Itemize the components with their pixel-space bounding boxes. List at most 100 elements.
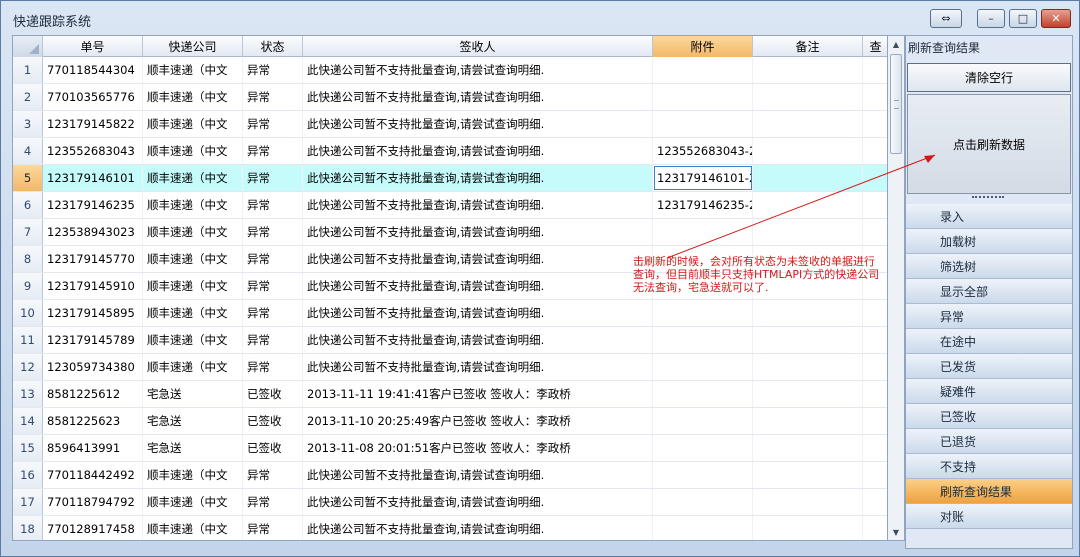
tracking-no-cell[interactable]: 770118794792 bbox=[43, 489, 143, 515]
tracking-no-cell[interactable]: 770118544304 bbox=[43, 57, 143, 83]
recipient-cell[interactable]: 此快递公司暂不支持批量查询,请尝试查询明细. bbox=[303, 192, 653, 218]
row-number[interactable]: 4 bbox=[13, 138, 43, 164]
table-row[interactable]: 2 770103565776 顺丰速递（中文 异常 此快递公司暂不支持批量查询,请尝试查… bbox=[13, 84, 887, 111]
status-cell[interactable]: 异常 bbox=[243, 462, 303, 488]
row-number[interactable]: 5 bbox=[13, 165, 43, 191]
note-cell[interactable] bbox=[753, 516, 863, 540]
recipient-cell[interactable]: 此快递公司暂不支持批量查询,请尝试查询明细. bbox=[303, 165, 653, 191]
nav-item[interactable]: 刷新查询结果 bbox=[906, 479, 1072, 504]
row-number[interactable]: 8 bbox=[13, 246, 43, 272]
status-cell[interactable]: 已签收 bbox=[243, 435, 303, 461]
courier-cell[interactable]: 顺丰速递（中文 bbox=[143, 219, 243, 245]
query-cell[interactable] bbox=[863, 57, 887, 83]
status-cell[interactable]: 异常 bbox=[243, 273, 303, 299]
table-row[interactable]: 14 8581225623 宅急送 已签收 2013-11-10 20:25:49客户已… bbox=[13, 408, 887, 435]
clear-empty-rows-button[interactable]: 清除空行 bbox=[907, 63, 1071, 92]
row-number[interactable]: 3 bbox=[13, 111, 43, 137]
maximize-button[interactable]: □ bbox=[1009, 9, 1037, 28]
courier-cell[interactable]: 顺丰速递（中文 bbox=[143, 327, 243, 353]
attachment-cell[interactable]: 123179146101-2. bbox=[653, 165, 753, 191]
recipient-cell[interactable]: 2013-11-11 19:41:41客户已签收 签收人：李政桥 bbox=[303, 381, 653, 407]
table-row[interactable]: 15 8596413991 宅急送 已签收 2013-11-08 20:01:51客户已… bbox=[13, 435, 887, 462]
attachment-cell[interactable] bbox=[653, 57, 753, 83]
query-cell[interactable] bbox=[863, 138, 887, 164]
recipient-cell[interactable]: 此快递公司暂不支持批量查询,请尝试查询明细. bbox=[303, 219, 653, 245]
recipient-cell[interactable]: 此快递公司暂不支持批量查询,请尝试查询明细. bbox=[303, 273, 653, 299]
recipient-cell[interactable]: 此快递公司暂不支持批量查询,请尝试查询明细. bbox=[303, 516, 653, 540]
status-cell[interactable]: 异常 bbox=[243, 84, 303, 110]
note-cell[interactable] bbox=[753, 219, 863, 245]
table-row[interactable]: 12 123059734380 顺丰速递（中文 异常 此快递公司暂不支持批量查询,请尝试… bbox=[13, 354, 887, 381]
query-cell[interactable] bbox=[863, 381, 887, 407]
tracking-no-cell[interactable]: 123059734380 bbox=[43, 354, 143, 380]
status-cell[interactable]: 异常 bbox=[243, 57, 303, 83]
query-cell[interactable] bbox=[863, 84, 887, 110]
query-cell[interactable] bbox=[863, 354, 887, 380]
row-number[interactable]: 10 bbox=[13, 300, 43, 326]
status-cell[interactable]: 异常 bbox=[243, 516, 303, 540]
note-cell[interactable] bbox=[753, 84, 863, 110]
tracking-no-cell[interactable]: 770118442492 bbox=[43, 462, 143, 488]
courier-cell[interactable]: 顺丰速递（中文 bbox=[143, 300, 243, 326]
row-number[interactable]: 2 bbox=[13, 84, 43, 110]
scroll-up-icon[interactable]: ▲ bbox=[888, 36, 904, 52]
grid-scrollbar[interactable]: ▲ ▼ bbox=[888, 35, 905, 541]
nav-item[interactable]: 已发货 bbox=[906, 354, 1072, 379]
status-cell[interactable]: 异常 bbox=[243, 219, 303, 245]
row-number[interactable]: 11 bbox=[13, 327, 43, 353]
tracking-no-cell[interactable]: 123179146235 bbox=[43, 192, 143, 218]
row-number[interactable]: 14 bbox=[13, 408, 43, 434]
minimize-button[interactable]: – bbox=[977, 9, 1005, 28]
col-header-note[interactable]: 备注 bbox=[753, 36, 863, 57]
status-cell[interactable]: 异常 bbox=[243, 192, 303, 218]
table-row[interactable]: 4 123552683043 顺丰速递（中文 异常 此快递公司暂不支持批量查询,请尝试查… bbox=[13, 138, 887, 165]
courier-cell[interactable]: 宅急送 bbox=[143, 435, 243, 461]
tracking-no-cell[interactable]: 123179145789 bbox=[43, 327, 143, 353]
row-number[interactable]: 6 bbox=[13, 192, 43, 218]
tracking-no-cell[interactable]: 123179146101 bbox=[43, 165, 143, 191]
query-cell[interactable] bbox=[863, 111, 887, 137]
col-header-attachment[interactable]: 附件 bbox=[653, 36, 753, 57]
attachment-cell[interactable] bbox=[653, 84, 753, 110]
note-cell[interactable] bbox=[753, 327, 863, 353]
courier-cell[interactable]: 顺丰速递（中文 bbox=[143, 246, 243, 272]
courier-cell[interactable]: 顺丰速递（中文 bbox=[143, 354, 243, 380]
status-cell[interactable]: 异常 bbox=[243, 354, 303, 380]
status-cell[interactable]: 异常 bbox=[243, 327, 303, 353]
courier-cell[interactable]: 宅急送 bbox=[143, 381, 243, 407]
nav-item[interactable]: 加载树 bbox=[906, 229, 1072, 254]
attachment-cell[interactable] bbox=[653, 219, 753, 245]
attachment-cell[interactable] bbox=[653, 435, 753, 461]
attachment-cell[interactable] bbox=[653, 381, 753, 407]
refresh-data-button[interactable]: 点击刷新数据 bbox=[907, 94, 1071, 194]
row-number[interactable]: 9 bbox=[13, 273, 43, 299]
table-row[interactable]: 13 8581225612 宅急送 已签收 2013-11-11 19:41:41客户已… bbox=[13, 381, 887, 408]
recipient-cell[interactable]: 此快递公司暂不支持批量查询,请尝试查询明细. bbox=[303, 246, 653, 272]
nav-item[interactable]: 异常 bbox=[906, 304, 1072, 329]
courier-cell[interactable]: 宅急送 bbox=[143, 408, 243, 434]
tracking-no-cell[interactable]: 770128917458 bbox=[43, 516, 143, 540]
attachment-cell[interactable] bbox=[653, 489, 753, 515]
note-cell[interactable] bbox=[753, 435, 863, 461]
row-number[interactable]: 16 bbox=[13, 462, 43, 488]
attachment-cell[interactable] bbox=[653, 408, 753, 434]
nav-item[interactable]: 已退货 bbox=[906, 429, 1072, 454]
recipient-cell[interactable]: 此快递公司暂不支持批量查询,请尝试查询明细. bbox=[303, 84, 653, 110]
nav-item[interactable]: 对账 bbox=[906, 504, 1072, 529]
query-cell[interactable] bbox=[863, 219, 887, 245]
scroll-thumb[interactable] bbox=[890, 54, 902, 154]
row-number[interactable]: 7 bbox=[13, 219, 43, 245]
status-cell[interactable]: 异常 bbox=[243, 111, 303, 137]
status-cell[interactable]: 已签收 bbox=[243, 381, 303, 407]
attachment-cell[interactable]: 123179146235-2. bbox=[653, 192, 753, 218]
table-row[interactable]: 17 770118794792 顺丰速递（中文 异常 此快递公司暂不支持批量查询,请尝试… bbox=[13, 489, 887, 516]
courier-cell[interactable]: 顺丰速递（中文 bbox=[143, 462, 243, 488]
recipient-cell[interactable]: 此快递公司暂不支持批量查询,请尝试查询明细. bbox=[303, 327, 653, 353]
attachment-cell[interactable] bbox=[653, 111, 753, 137]
table-row[interactable]: 16 770118442492 顺丰速递（中文 异常 此快递公司暂不支持批量查询,请尝试… bbox=[13, 462, 887, 489]
query-cell[interactable] bbox=[863, 408, 887, 434]
tracking-no-cell[interactable]: 123179145770 bbox=[43, 246, 143, 272]
courier-cell[interactable]: 顺丰速递（中文 bbox=[143, 165, 243, 191]
query-cell[interactable] bbox=[863, 165, 887, 191]
courier-cell[interactable]: 顺丰速递（中文 bbox=[143, 489, 243, 515]
